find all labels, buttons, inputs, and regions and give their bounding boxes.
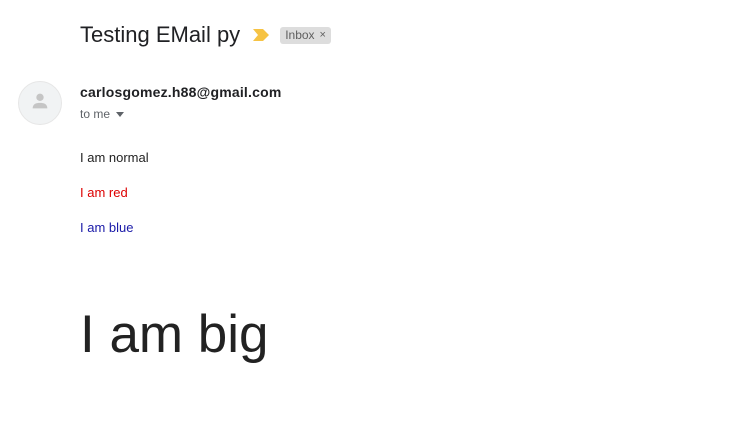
importance-marker-icon[interactable] [252, 28, 270, 42]
person-icon [29, 90, 51, 117]
body-line-blue: I am blue [80, 220, 134, 235]
chevron-down-icon[interactable] [116, 111, 125, 117]
sender-email[interactable]: carlosgomez.h88@gmail.com [80, 83, 282, 101]
subject-row: Testing EMail py Inbox × [80, 20, 331, 50]
sender-avatar[interactable] [18, 81, 62, 125]
remove-label-icon[interactable]: × [320, 28, 326, 42]
email-view: Testing EMail py Inbox × carlosgomez.h88… [0, 0, 737, 424]
body-line-normal: I am normal [80, 150, 149, 165]
body-line-red: I am red [80, 185, 128, 200]
body-line-big: I am big [80, 305, 269, 364]
recipient-label: to me [80, 107, 111, 121]
inbox-label-chip: Inbox × [280, 26, 331, 44]
recipient-details-toggle[interactable]: to me [80, 106, 125, 122]
email-subject: Testing EMail py [80, 22, 241, 47]
inbox-label-text: Inbox [285, 27, 315, 42]
